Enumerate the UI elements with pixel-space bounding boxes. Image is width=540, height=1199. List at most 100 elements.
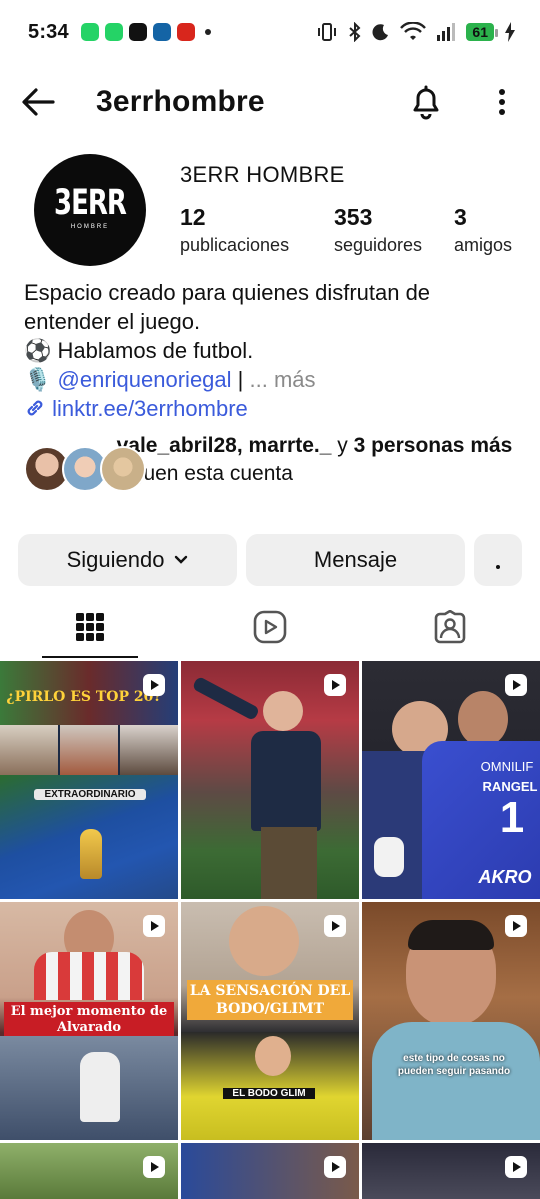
post-thumbnail <box>255 1036 291 1076</box>
post-thumbnail <box>80 1052 120 1122</box>
dot-icon <box>496 565 500 569</box>
stat-value: 353 <box>334 204 373 230</box>
followed-by-text: vale_abril28, marrte._ y 3 personas más … <box>116 434 513 485</box>
jersey-brand-text: OMNILIF <box>480 759 534 774</box>
reel-badge-icon <box>324 915 346 937</box>
post-tile[interactable]: ¿PIRLO ES TOP 20? EXTRAORDINARIO <box>0 661 178 899</box>
bio-more-button[interactable]: ... más <box>250 367 316 392</box>
bio-mention-link[interactable]: @enriquenoriegal <box>58 367 232 392</box>
signal-icon <box>437 23 456 41</box>
reel-badge-icon <box>143 1156 165 1178</box>
bio-external-link[interactable]: linktr.ee/3errhombre <box>52 396 248 421</box>
post-tile[interactable]: OMNILIF RANGEL 1 AKRO <box>362 661 540 899</box>
post-badge: EL BODO GLIM <box>223 1088 315 1099</box>
stat-value: 3 <box>454 204 467 230</box>
whatsapp-icon <box>80 23 99 41</box>
post-thumbnail <box>251 731 321 831</box>
post-tile[interactable]: LA SENSACIÓN DEL BODO/GLIMT EL BODO GLIM <box>181 902 359 1140</box>
post-thumbnail <box>0 725 178 775</box>
posts-grid: ¿PIRLO ES TOP 20? EXTRAORDINARIO OMNILIF… <box>0 661 540 1199</box>
post-tile[interactable] <box>362 1143 540 1199</box>
message-button[interactable]: Mensaje <box>246 534 465 586</box>
tab-tagged[interactable] <box>360 596 540 658</box>
more-options-button[interactable] <box>484 84 520 120</box>
reel-badge-icon <box>143 674 165 696</box>
trophy-shape <box>80 829 102 879</box>
bluetooth-icon <box>349 22 361 42</box>
jersey-sponsor-text: AKRO <box>478 867 532 887</box>
following-button-label: Siguiendo <box>66 547 165 572</box>
profile-avatar[interactable]: 3ERR HOMBRE <box>34 154 146 266</box>
post-thumbnail <box>408 920 494 950</box>
follower-avatar <box>100 446 146 492</box>
tiktok-icon <box>128 23 147 41</box>
content-tabs <box>0 596 540 658</box>
post-thumbnail <box>374 837 404 877</box>
wifi-icon <box>400 22 427 40</box>
soccer-ball-icon: ⚽ <box>24 338 52 363</box>
post-thumbnail <box>458 691 508 747</box>
post-thumbnail <box>229 906 299 976</box>
stat-label: publicaciones <box>180 235 290 255</box>
post-tile[interactable] <box>181 661 359 899</box>
avatar-logo-text: 3ERR <box>54 182 127 224</box>
notifications-button[interactable] <box>408 84 444 120</box>
stat-posts[interactable]: 12 publicaciones <box>180 204 334 256</box>
mcdonalds-icon <box>176 23 195 41</box>
following-button[interactable]: Siguiendo <box>18 534 237 586</box>
avatar-logo-subtext: HOMBRE <box>70 224 110 230</box>
battery-indicator: 61 <box>466 23 498 41</box>
post-thumbnail <box>34 952 144 1000</box>
reel-badge-icon <box>505 915 527 937</box>
reel-badge-icon <box>505 674 527 696</box>
reel-badge-icon <box>505 1156 527 1178</box>
status-time: 5:34 <box>28 20 69 43</box>
bbva-icon <box>152 23 171 41</box>
system-indicators: 61 <box>316 22 516 42</box>
bio-line: entender el juego. <box>24 309 201 334</box>
reels-icon <box>253 610 287 644</box>
post-tile[interactable]: este tipo de cosas no pueden seguir pasa… <box>362 902 540 1140</box>
moon-icon <box>372 24 389 41</box>
arrow-left-icon <box>22 88 55 116</box>
stat-label: seguidores <box>334 235 423 255</box>
post-tile[interactable] <box>181 1143 359 1199</box>
profile-header: 3errhombre <box>0 72 540 132</box>
post-title-overlay: ¿PIRLO ES TOP 20? <box>6 689 162 705</box>
microphone-icon: 🎙️ <box>24 367 52 392</box>
stat-followers[interactable]: 353 seguidores <box>334 204 454 256</box>
bio-link-row[interactable]: linktr.ee/3errhombre <box>24 394 524 423</box>
profile-stats: 12 publicaciones 353 seguidores 3 amigos <box>180 204 524 256</box>
back-button[interactable] <box>20 84 56 120</box>
bio-line: Espacio creado para quienes disfrutan de <box>24 280 431 305</box>
chevron-down-icon <box>175 555 188 564</box>
followed-by-row[interactable]: vale_abril28, marrte._ y 3 personas más … <box>24 432 524 516</box>
profile-bio: Espacio creado para quienes disfrutan de… <box>24 278 524 423</box>
link-icon <box>27 400 43 416</box>
tab-posts[interactable] <box>0 596 180 658</box>
post-caption-overlay: este tipo de cosas no pueden seguir pasa… <box>397 1053 511 1077</box>
profile-display-name: 3ERR HOMBRE <box>180 162 345 187</box>
post-tile[interactable] <box>0 1143 178 1199</box>
bio-line: 🎙️ @enriquenoriegal | ... más <box>24 367 316 392</box>
profile-username: 3errhombre <box>96 85 265 118</box>
stat-friends[interactable]: 3 amigos <box>454 204 524 256</box>
stat-label: amigos <box>454 235 513 255</box>
more-vertical-icon <box>499 89 505 115</box>
reel-badge-icon <box>143 915 165 937</box>
post-tile[interactable]: El mejor momento de Alvarado <box>0 902 178 1140</box>
charging-icon <box>505 22 515 42</box>
tab-reels[interactable] <box>180 596 360 658</box>
tagged-icon <box>434 610 466 644</box>
bell-icon <box>413 85 439 120</box>
post-caption-overlay: LA SENSACIÓN DEL BODO/GLIMT <box>187 980 353 1020</box>
suggested-accounts-button[interactable] <box>474 534 522 586</box>
post-badge: EXTRAORDINARIO <box>34 789 146 800</box>
jersey-number-text: 1 <box>499 793 525 842</box>
post-caption-overlay: El mejor momento de Alvarado <box>4 1002 174 1038</box>
bio-line: ⚽ Hablamos de futbol. <box>24 338 254 363</box>
grid-icon <box>76 613 104 641</box>
whatsapp-icon <box>104 23 123 41</box>
post-thumbnail <box>263 691 303 731</box>
post-thumbnail <box>372 1022 540 1140</box>
